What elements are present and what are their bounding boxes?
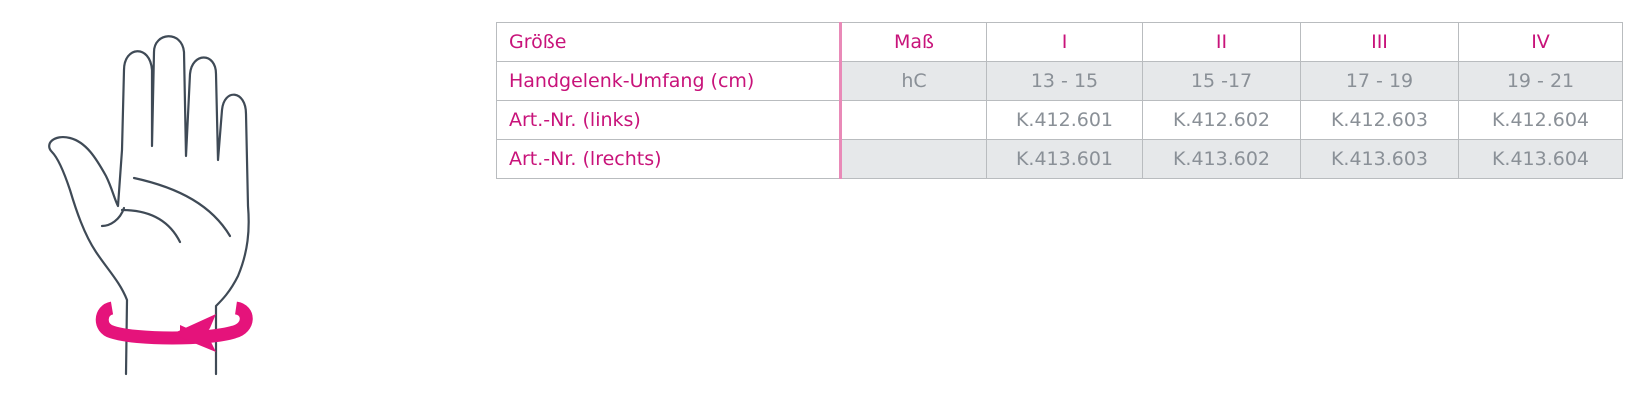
table-cell: 17 - 19 bbox=[1300, 61, 1459, 101]
table-cell: K.413.602 bbox=[1142, 139, 1301, 179]
table-cell: 19 - 21 bbox=[1458, 61, 1623, 101]
measure-cell bbox=[840, 100, 987, 140]
size-header-iii: III bbox=[1300, 22, 1459, 62]
row-label: Art.-Nr. (lrechts) bbox=[496, 139, 842, 179]
table-cell: 13 - 15 bbox=[986, 61, 1143, 101]
measure-cell bbox=[840, 139, 987, 179]
table-cell: K.413.601 bbox=[986, 139, 1143, 179]
size-header-label: Größe bbox=[496, 22, 842, 62]
table-cell: 15 -17 bbox=[1142, 61, 1301, 101]
palm-crease-upper bbox=[132, 176, 232, 238]
table-row: Art.-Nr. (lrechts) K.413.601 K.413.602 K… bbox=[496, 139, 1623, 179]
size-header-ii: II bbox=[1142, 22, 1301, 62]
circular-arrow-icon bbox=[95, 301, 253, 352]
table-cell: K.412.604 bbox=[1458, 100, 1623, 140]
table-cell: K.413.604 bbox=[1458, 139, 1623, 179]
thumb-crease bbox=[100, 206, 126, 228]
size-header-iv: IV bbox=[1458, 22, 1623, 62]
row-label: Handgelenk-Umfang (cm) bbox=[496, 61, 842, 101]
size-table: Größe Maß I II III IV Handgelenk-Umfang … bbox=[496, 22, 1623, 179]
table-header-row: Größe Maß I II III IV bbox=[496, 22, 1623, 62]
hand-outline bbox=[48, 35, 250, 376]
table-cell: K.412.603 bbox=[1300, 100, 1459, 140]
table-cell: K.413.603 bbox=[1300, 139, 1459, 179]
palm-crease-lower bbox=[120, 208, 182, 244]
hand-wrist-measure-icon bbox=[40, 30, 280, 400]
table-row: Handgelenk-Umfang (cm) hC 13 - 15 15 -17… bbox=[496, 61, 1623, 101]
row-label: Art.-Nr. (links) bbox=[496, 100, 842, 140]
measure-header: Maß bbox=[840, 22, 987, 62]
measure-cell: hC bbox=[840, 61, 987, 101]
size-header-i: I bbox=[986, 22, 1143, 62]
table-cell: K.412.601 bbox=[986, 100, 1143, 140]
table-row: Art.-Nr. (links) K.412.601 K.412.602 K.4… bbox=[496, 100, 1623, 140]
table-cell: K.412.602 bbox=[1142, 100, 1301, 140]
